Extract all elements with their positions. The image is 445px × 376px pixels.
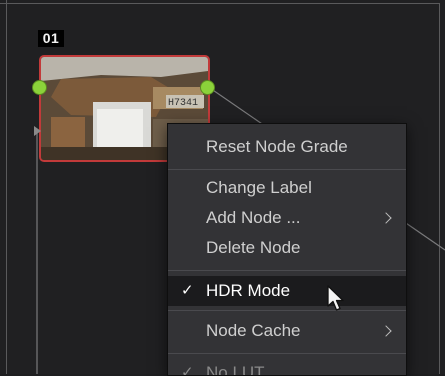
menu-separator [168, 270, 406, 271]
menu-item-change-label[interactable]: Change Label [168, 173, 406, 203]
input-connector-dot-icon[interactable] [32, 80, 47, 95]
menu-item-label: Delete Node [206, 238, 301, 257]
menu-item-label: No LUT [206, 363, 265, 376]
node-number-label: 01 [38, 30, 64, 47]
checkmark-icon: ✓ [181, 282, 194, 299]
menu-separator [168, 310, 406, 311]
menu-item-label: Add Node ... [206, 208, 301, 227]
output-connector-dot-icon[interactable] [200, 80, 215, 95]
chevron-right-icon [380, 212, 392, 224]
menu-item-no-lut[interactable]: ✓ No LUT [168, 358, 406, 376]
menu-item-label: Reset Node Grade [206, 137, 348, 156]
mouse-pointer-icon [327, 285, 344, 311]
input-triangle-icon[interactable] [34, 126, 41, 136]
menu-item-reset-node-grade[interactable]: Reset Node Grade [168, 132, 406, 162]
thumbnail-plate-text: H7341 [168, 98, 198, 109]
menu-item-label: Change Label [206, 178, 312, 197]
checkmark-icon: ✓ [181, 364, 194, 376]
menu-item-label: Node Cache [206, 321, 301, 340]
menu-item-label: HDR Mode [206, 281, 291, 300]
node-context-menu: Reset Node Grade Change Label Add Node .… [167, 123, 407, 376]
menu-separator [168, 353, 406, 354]
menu-item-hdr-mode[interactable]: ✓ HDR Mode [168, 276, 406, 306]
menu-item-delete-node[interactable]: Delete Node [168, 233, 406, 263]
chevron-right-icon [380, 325, 392, 337]
menu-separator [168, 169, 406, 170]
menu-item-node-cache[interactable]: Node Cache [168, 316, 406, 346]
menu-item-add-node[interactable]: Add Node ... [168, 203, 406, 233]
